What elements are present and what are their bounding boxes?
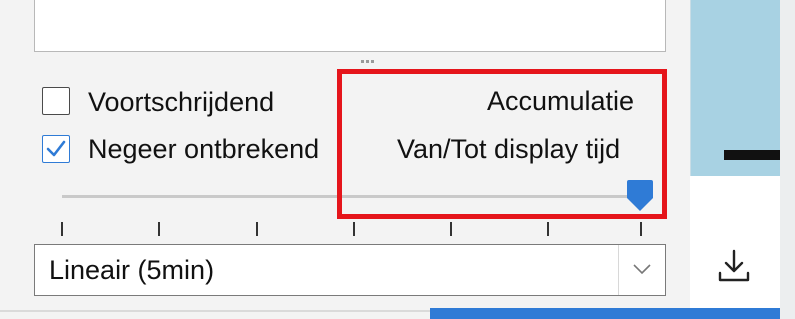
slider-tick [450,222,452,236]
divider [0,310,430,312]
slider-tick [547,222,549,236]
slider-tick [640,222,642,236]
interpolation-select[interactable]: Lineair (5min) [34,244,666,296]
resize-handle[interactable] [361,60,375,66]
slider-tick [256,222,258,236]
download-icon[interactable] [716,247,752,285]
notes-textarea[interactable] [34,0,666,52]
interpolation-dropdown-button[interactable] [618,245,665,295]
slider-tick [61,222,63,236]
window-edge [780,0,795,319]
chevron-down-icon [633,264,651,275]
ignore-missing-label: Negeer ontbrekend [88,134,320,164]
moving-checkbox[interactable] [42,87,70,115]
stage: Voortschrijdend Negeer ontbrekend Accumu… [0,0,795,319]
settings-panel: Voortschrijdend Negeer ontbrekend Accumu… [0,0,690,319]
chart-preview-line [724,150,780,160]
highlight-box [337,69,667,219]
ignore-missing-checkbox[interactable] [42,135,70,163]
checkmark-icon [46,140,66,157]
moving-label: Voortschrijdend [88,87,275,117]
slider-tick [353,222,355,236]
tab-indicator [430,308,780,319]
slider-tick [158,222,160,236]
interpolation-value: Lineair (5min) [49,255,215,285]
